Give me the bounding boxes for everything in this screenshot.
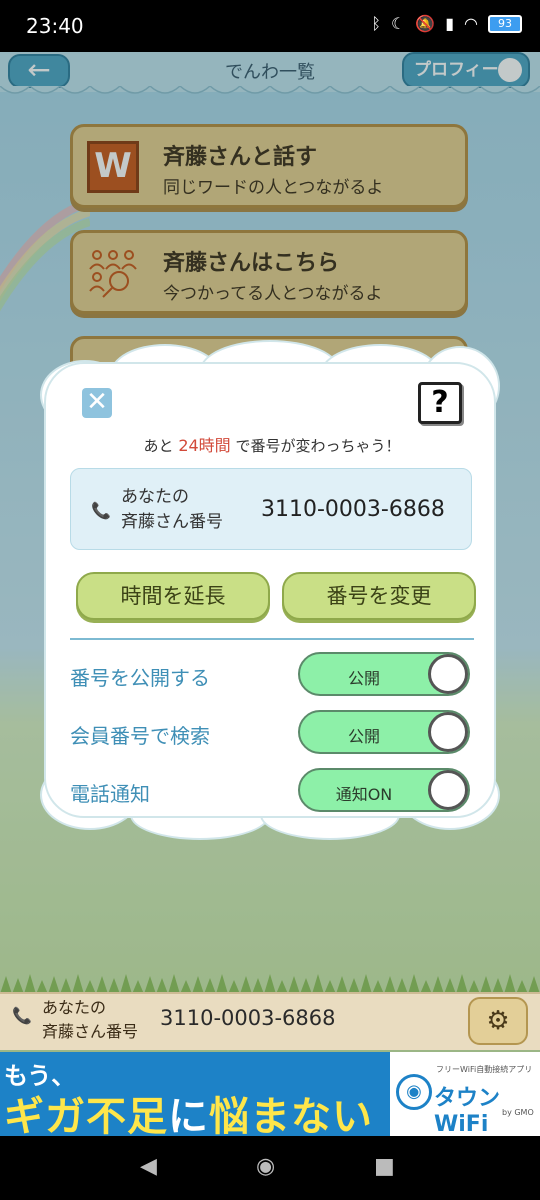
ad-banner[interactable]: もう、 ギガ不足に悩まない ◉ フリーWiFi自動接続アプリ タウンWiFi b… <box>0 1052 540 1136</box>
question-icon: ? <box>431 385 449 420</box>
gear-icon: ⚙ <box>486 1006 510 1036</box>
phone-icon: 📞 <box>91 501 111 520</box>
status-time: 23:40 <box>26 14 84 38</box>
settings-button[interactable]: ⚙ <box>468 997 528 1045</box>
toggle-knob <box>428 654 468 694</box>
countdown-value: 24時間 <box>178 436 231 455</box>
moon-icon: ☾ <box>390 14 406 33</box>
ad-logo-small: フリーWiFi自動接続アプリ <box>436 1065 533 1074</box>
home-nav-icon[interactable]: ◉ <box>256 1154 275 1179</box>
phone-icon: 📞 <box>12 1006 32 1025</box>
setting-label-publish: 番号を公開する <box>70 666 210 690</box>
number-label: あなたの 斉藤さん番号 <box>121 485 223 535</box>
divider <box>70 638 474 640</box>
bottom-number-bar: 📞 あなたの 斉藤さん番号 3110-0003-6868 ⚙ <box>0 992 540 1050</box>
bluetooth-icon: ᛒ <box>371 14 381 33</box>
countdown-text: あと 24時間 で番号が変わっちゃう！ <box>46 432 498 456</box>
extend-time-button[interactable]: 時間を延長 <box>76 572 270 620</box>
status-icons: ᛒ ☾ 🔕 ▮ ◠ 93 <box>371 14 522 33</box>
toggle-state: 公開 <box>347 727 380 746</box>
bottom-number-label: あなたの 斉藤さん番号 <box>42 996 138 1044</box>
countdown-prefix: あと <box>143 437 174 455</box>
ad-logo-by: by GMO <box>502 1108 534 1117</box>
setting-label-notify: 電話通知 <box>70 782 150 806</box>
number-label-line2: 斉藤さん番号 <box>121 512 223 532</box>
bottom-label-line1: あなたの <box>42 998 107 1017</box>
ad-line2-a: ギガ不足 <box>4 1094 168 1136</box>
change-number-button[interactable]: 番号を変更 <box>282 572 476 620</box>
toggle-knob <box>428 712 468 752</box>
wifi-icon: ◉ <box>396 1074 432 1110</box>
recents-nav-icon[interactable]: ■ <box>374 1154 395 1179</box>
ad-line2-c: 悩まない <box>209 1094 373 1136</box>
wifi-icon: ◠ <box>464 14 478 33</box>
toggle-knob <box>428 770 468 810</box>
toggle-notify[interactable]: 通知ON <box>298 768 470 812</box>
countdown-suffix: で番号が変わっちゃう！ <box>235 437 401 455</box>
ad-logo: ◉ フリーWiFi自動接続アプリ タウンWiFi by GMO <box>390 1052 540 1136</box>
help-button[interactable]: ? <box>418 382 462 424</box>
number-settings-modal: ✕ ? あと 24時間 で番号が変わっちゃう！ 📞 あなたの 斉藤さん番号 31… <box>44 362 496 818</box>
status-bar: 23:40 ᛒ ☾ 🔕 ▮ ◠ 93 <box>0 0 540 52</box>
number-box: 📞 あなたの 斉藤さん番号 3110-0003-6868 <box>70 468 472 550</box>
toggle-search[interactable]: 公開 <box>298 710 470 754</box>
number-label-line1: あなたの <box>121 487 189 507</box>
close-button[interactable]: ✕ <box>82 388 112 418</box>
mute-icon: 🔕 <box>415 14 436 33</box>
setting-label-search: 会員番号で検索 <box>70 724 210 748</box>
ad-line2: ギガ不足に悩まない <box>4 1084 373 1136</box>
signal-icon: ▮ <box>445 14 455 33</box>
ad-line2-b: に <box>168 1094 209 1136</box>
bottom-label-line2: 斉藤さん番号 <box>42 1022 139 1041</box>
back-nav-icon[interactable]: ◀ <box>140 1154 157 1179</box>
toggle-publish[interactable]: 公開 <box>298 652 470 696</box>
number-value: 3110-0003-6868 <box>261 497 445 522</box>
battery-icon: 93 <box>488 14 522 33</box>
close-icon: ✕ <box>86 387 108 417</box>
system-nav-bar: ◀ ◉ ■ <box>0 1136 540 1200</box>
toggle-state: 通知ON <box>335 785 393 804</box>
bottom-number-value: 3110-0003-6868 <box>160 1006 336 1030</box>
toggle-state: 公開 <box>347 669 380 688</box>
